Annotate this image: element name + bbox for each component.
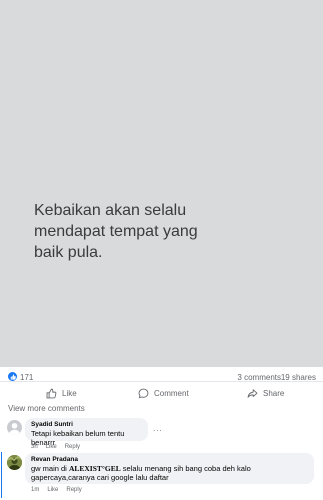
comment-like-link[interactable]: Like: [47, 487, 58, 493]
share-label: Share: [263, 388, 285, 398]
more-options-icon[interactable]: ...: [153, 424, 163, 433]
user-photo-avatar: [7, 455, 22, 470]
comment-reply-link[interactable]: Reply: [66, 487, 81, 493]
avatar[interactable]: [7, 420, 22, 435]
comment-bubble: Revan Pradana gw main di ALEXIST°GEL sel…: [25, 453, 314, 484]
comment-text: gw main di ALEXIST°GEL selalu menang sih…: [31, 464, 308, 482]
like-label: Like: [62, 388, 77, 398]
comment-author[interactable]: Syadid Suntri: [31, 421, 142, 429]
like-reaction-icon[interactable]: [8, 372, 17, 381]
comment-author[interactable]: Revan Pradana: [31, 456, 308, 464]
comment-button[interactable]: Comment: [138, 387, 323, 399]
view-more-comments-link[interactable]: View more comments: [8, 404, 85, 413]
like-button[interactable]: Like: [46, 387, 77, 399]
default-avatar-icon: [9, 423, 20, 435]
comment-time[interactable]: 3h: [31, 444, 38, 450]
post-image-text: Kebaikan akan selalu mendapat tempat yan…: [34, 202, 198, 261]
thumbs-up-icon: [46, 388, 57, 399]
comment-text-part: gw main di: [31, 464, 69, 473]
comment-meta: 3h Like Reply: [31, 444, 80, 450]
post-image[interactable]: Kebaikan akan selalu mendapat tempat yan…: [0, 0, 323, 367]
comment-like-link[interactable]: Like: [46, 444, 57, 450]
comment-brand-name: ALEXIST°GEL: [68, 464, 121, 473]
comment-meta: 1m Like Reply: [31, 487, 82, 493]
share-arrow-icon: [247, 388, 258, 399]
comment-time[interactable]: 1m: [31, 487, 39, 493]
comment-reply-link[interactable]: Reply: [65, 444, 80, 450]
avatar[interactable]: [7, 455, 22, 470]
comment-bubble: Syadid Suntri Tetapi kebaikan belum tent…: [25, 418, 148, 447]
comment-thread-line: [1, 452, 2, 498]
share-button[interactable]: Share: [247, 387, 284, 399]
comment-label: Comment: [154, 388, 189, 398]
comment-bubble-icon: [138, 388, 149, 399]
post-actions-bar: Like Comment Share: [0, 381, 323, 404]
